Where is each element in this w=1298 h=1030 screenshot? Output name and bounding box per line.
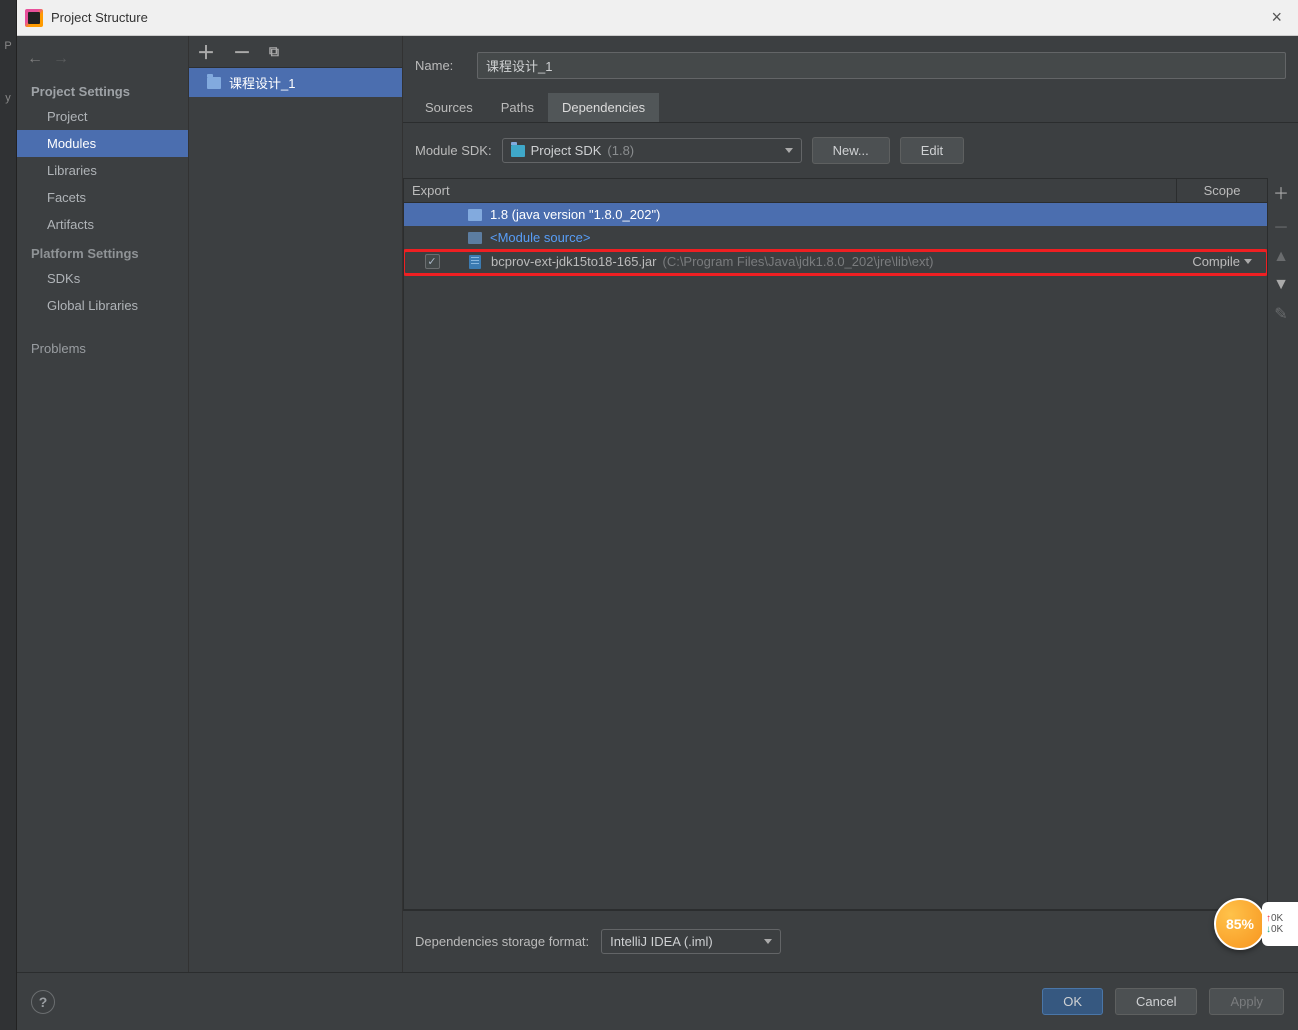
name-label: Name: [415,58,465,73]
module-name-input[interactable] [477,52,1286,79]
sdk-folder-icon [511,145,525,157]
column-scope[interactable]: Scope [1177,179,1267,202]
window-title: Project Structure [51,10,148,25]
sidebar-item-facets[interactable]: Facets [17,184,188,211]
sidebar-item-project[interactable]: Project [17,103,188,130]
widget-percent: 85% [1214,898,1266,950]
dep-row-jar[interactable]: ✓ bcprov-ext-jdk15to18-165.jar (C:\Progr… [404,249,1267,276]
network-widget[interactable]: 85% 0K 0K [1214,898,1298,950]
copy-module-icon[interactable]: ⧉ [269,43,279,60]
dep-sdk-label: 1.8 (java version "1.8.0_202") [490,207,660,222]
sdk-folder-icon [468,209,482,221]
sidebar-item-problems[interactable]: Problems [17,335,188,362]
background-editor-strip: Py [0,0,17,1030]
remove-dependency-icon[interactable]: － [1273,214,1289,238]
sidebar-item-global-libraries[interactable]: Global Libraries [17,292,188,319]
chevron-down-icon [785,148,793,153]
module-folder-icon [207,77,221,89]
module-sdk-value: Project SDK [531,143,602,158]
dep-jar-name: bcprov-ext-jdk15to18-165.jar [491,254,656,269]
forward-icon[interactable]: → [53,50,69,68]
dep-export-checkbox[interactable]: ✓ [425,254,440,269]
dep-row-module-source[interactable]: <Module source> [404,226,1267,249]
chevron-down-icon [764,939,772,944]
tab-paths[interactable]: Paths [487,93,548,122]
module-item[interactable]: 课程设计_1 [189,68,402,97]
close-icon[interactable]: × [1263,3,1290,32]
tab-sources[interactable]: Sources [411,93,487,122]
bottom-bar: ? OK Cancel Apply [17,972,1298,1030]
settings-sidebar: ← → Project Settings Project Modules Lib… [17,36,189,972]
dependencies-table: Export Scope 1.8 (java version "1.8.0_20… [403,178,1268,910]
cancel-button[interactable]: Cancel [1115,988,1197,1015]
dep-row-sdk[interactable]: 1.8 (java version "1.8.0_202") [404,203,1267,226]
storage-format-label: Dependencies storage format: [415,934,589,949]
jar-icon [469,255,481,269]
apply-button[interactable]: Apply [1209,988,1284,1015]
move-up-icon[interactable]: ▲ [1273,248,1289,266]
dep-module-source-label: <Module source> [490,230,590,245]
help-icon[interactable]: ? [31,990,55,1014]
sidebar-item-libraries[interactable]: Libraries [17,157,188,184]
dialog-body: ← → Project Settings Project Modules Lib… [17,36,1298,1030]
tab-dependencies[interactable]: Dependencies [548,93,659,122]
section-platform-settings: Platform Settings [17,238,188,265]
module-item-label: 课程设计_1 [229,73,295,92]
edit-dependency-icon[interactable]: ✎ [1274,304,1287,324]
module-tabs: Sources Paths Dependencies [403,93,1298,123]
module-sdk-combo[interactable]: Project SDK (1.8) [502,138,802,163]
ok-button[interactable]: OK [1042,988,1103,1015]
edit-sdk-button[interactable]: Edit [900,137,964,164]
dep-jar-path: (C:\Program Files\Java\jdk1.8.0_202\jre\… [662,254,933,269]
back-icon[interactable]: ← [27,50,43,68]
chevron-down-icon [1244,259,1252,264]
widget-upload: 0K [1266,913,1298,924]
widget-download: 0K [1266,924,1298,935]
new-sdk-button[interactable]: New... [812,137,890,164]
dep-scope-value: Compile [1192,254,1240,269]
module-details-panel: Name: Sources Paths Dependencies Module … [403,36,1298,972]
add-module-icon[interactable]: ＋ [197,39,215,65]
sidebar-item-sdks[interactable]: SDKs [17,265,188,292]
module-source-folder-icon [468,232,482,244]
column-export[interactable]: Export [404,179,1177,202]
titlebar[interactable]: Project Structure × [17,0,1298,36]
move-down-icon[interactable]: ▼ [1273,276,1289,294]
storage-format-combo[interactable]: IntelliJ IDEA (.iml) [601,929,781,954]
module-sdk-version: (1.8) [607,143,634,158]
add-dependency-icon[interactable]: ＋ [1273,180,1289,204]
app-icon [25,9,43,27]
storage-format-value: IntelliJ IDEA (.iml) [610,934,713,949]
dependency-actions: ＋ － ▲ ▼ ✎ [1268,178,1294,910]
sidebar-item-modules[interactable]: Modules [17,130,188,157]
remove-module-icon[interactable]: － [233,39,251,65]
module-list-panel: ＋ － ⧉ 课程设计_1 [189,36,403,972]
module-sdk-label: Module SDK: [415,143,492,158]
section-project-settings: Project Settings [17,76,188,103]
dep-scope-combo[interactable]: Compile [1168,254,1258,269]
sidebar-item-artifacts[interactable]: Artifacts [17,211,188,238]
